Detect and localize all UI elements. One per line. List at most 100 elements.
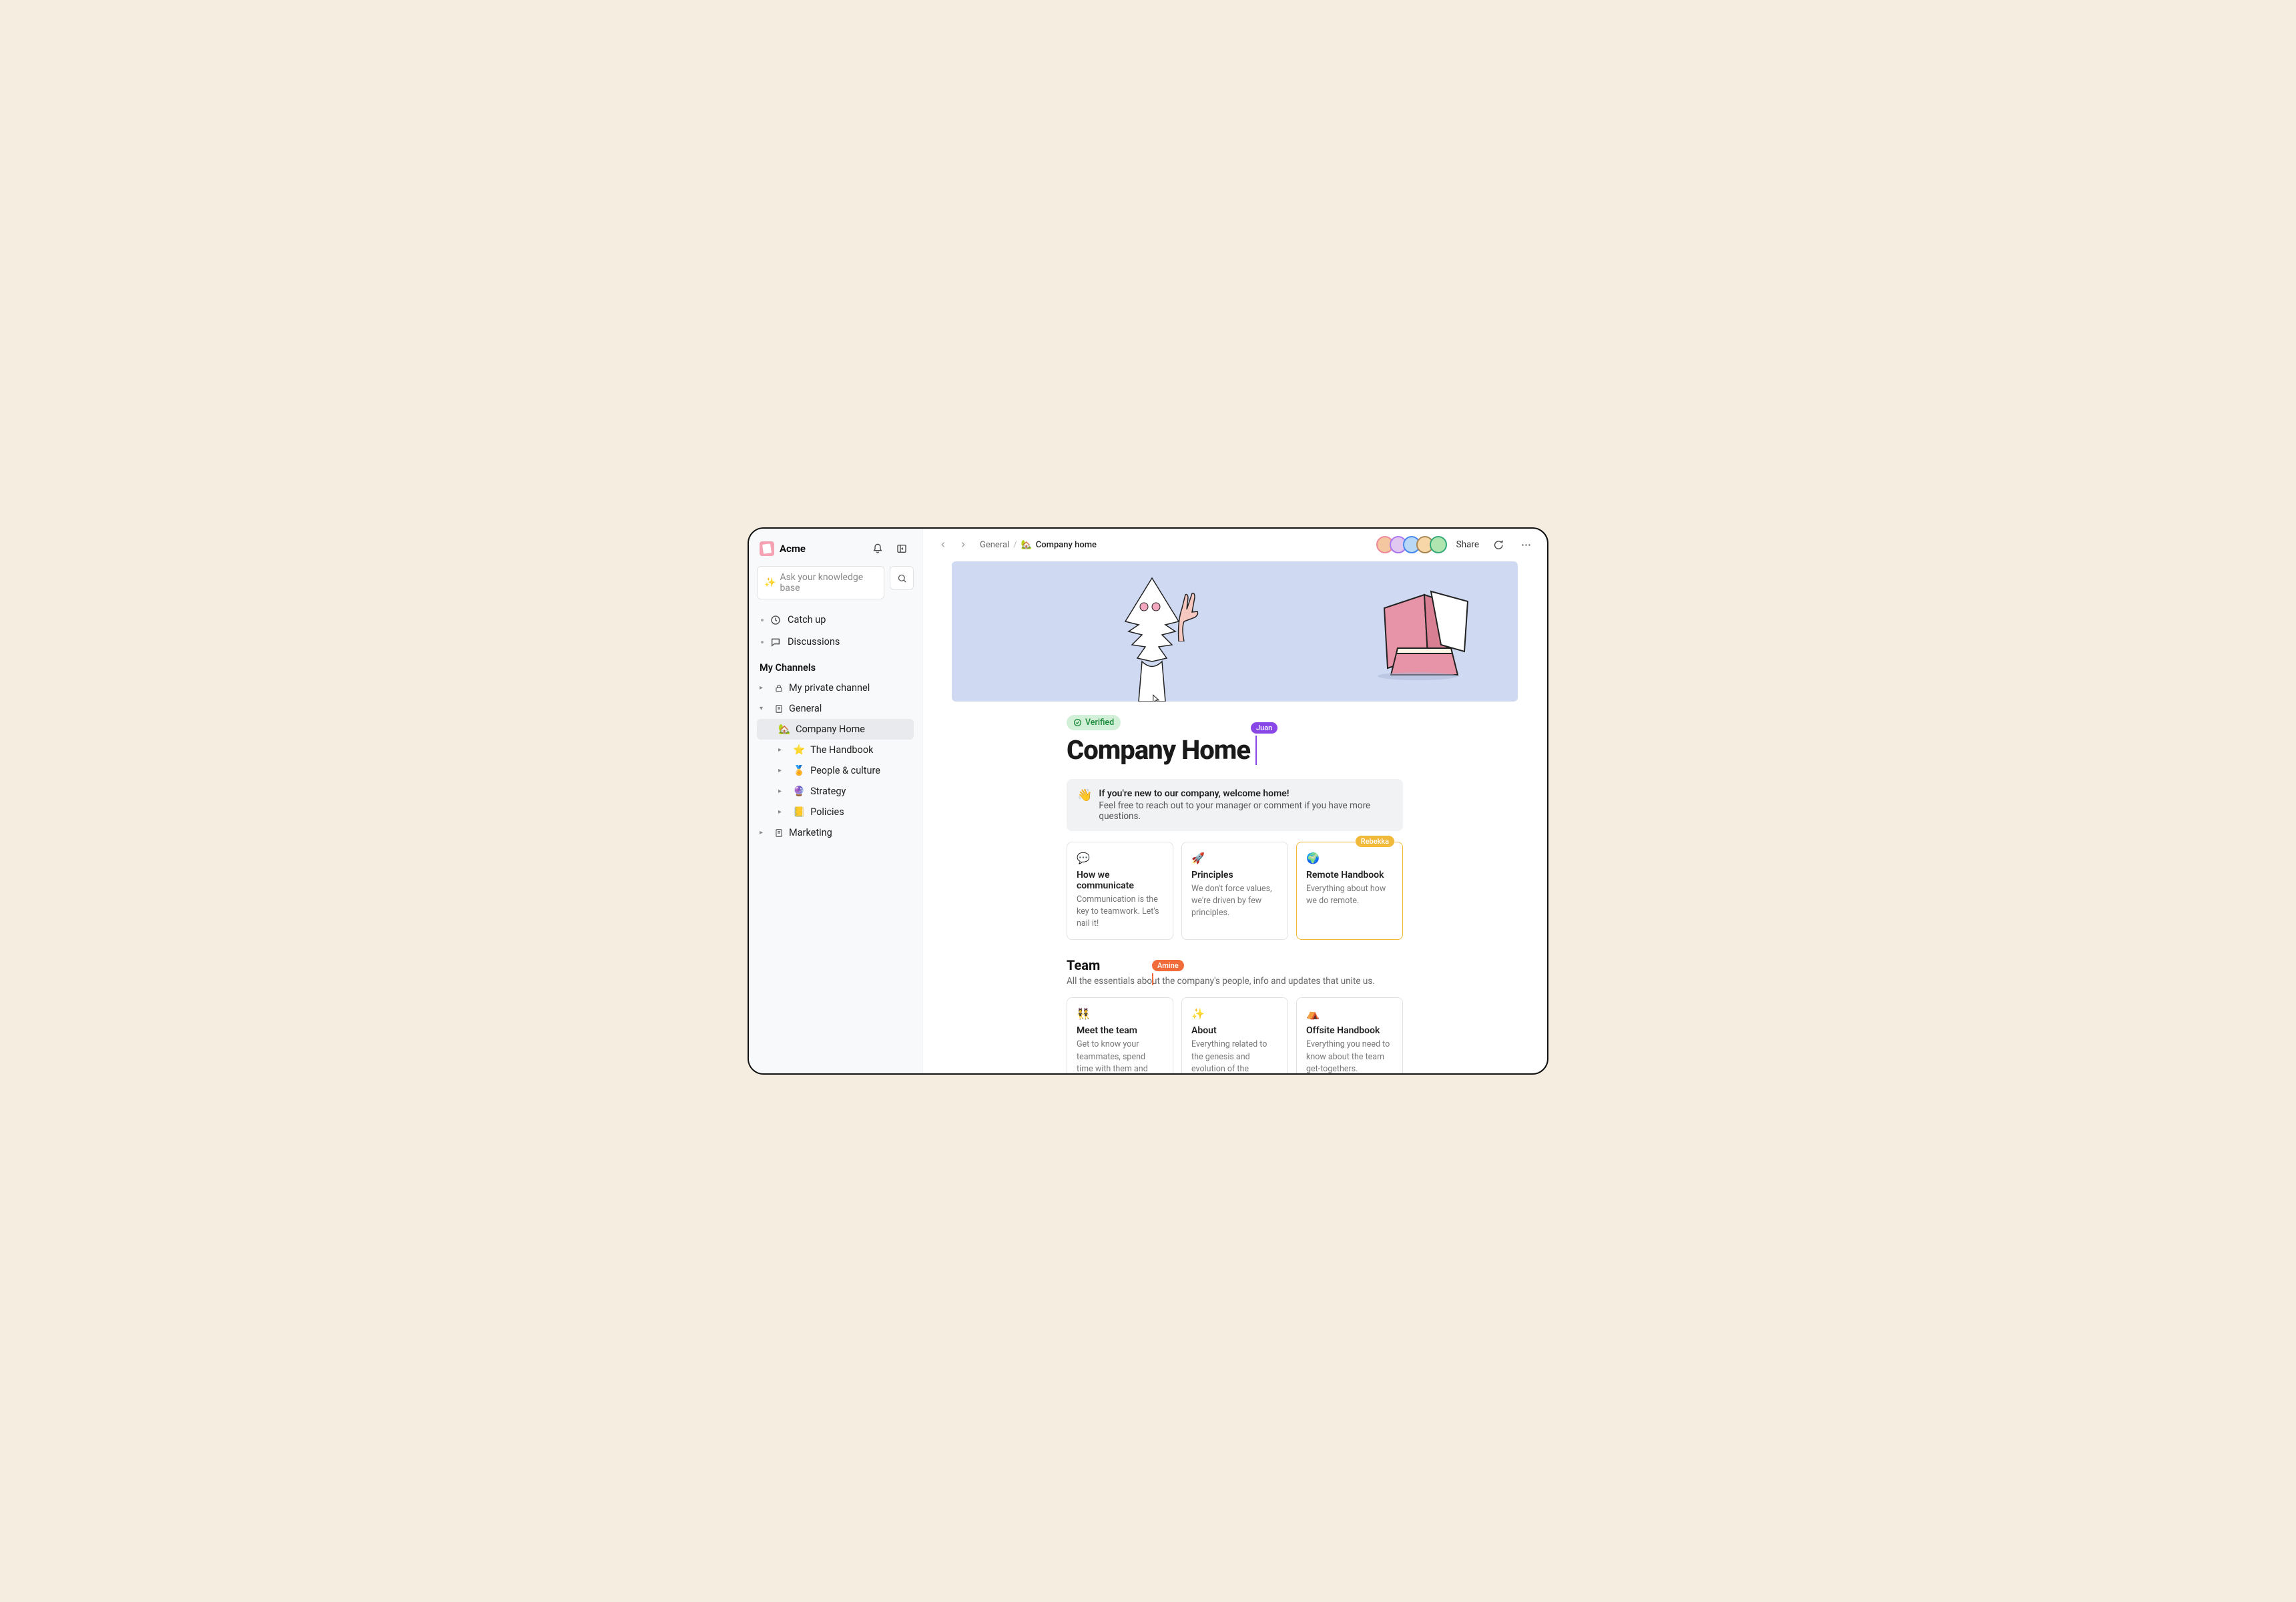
channel-general[interactable]: ▾ General <box>757 698 914 719</box>
more-icon[interactable] <box>1516 535 1535 554</box>
card-desc: Everything related to the genesis and ev… <box>1191 1039 1278 1073</box>
clock-icon <box>770 615 781 625</box>
search-input[interactable]: ✨ Ask your knowledge base <box>757 566 884 599</box>
forward-button[interactable] <box>954 536 972 553</box>
presence-cursor <box>1255 736 1257 765</box>
card-principles[interactable]: 🚀 Principles We don't force values, we'r… <box>1181 842 1288 940</box>
section-sub-text: All the essentials about the company's p… <box>1067 976 1375 987</box>
page-policies[interactable]: ▸ 📒 Policies <box>757 802 914 822</box>
house-icon: 🏡 <box>1021 540 1032 550</box>
presence-avatars[interactable] <box>1380 536 1447 553</box>
illustration-books <box>1371 588 1478 682</box>
page-people[interactable]: ▸ 🏅 People & culture <box>757 760 914 781</box>
card-grid-top: 💬 How we communicate Communication is th… <box>1067 842 1403 940</box>
card-title: Principles <box>1191 870 1278 880</box>
avatar <box>1430 536 1447 553</box>
people-icon: 👯 <box>1077 1007 1163 1020</box>
search-row: ✨ Ask your knowledge base <box>757 566 914 599</box>
breadcrumb: General / 🏡 Company home <box>980 540 1097 550</box>
page-company-home[interactable]: 🏡 Company Home <box>757 719 914 740</box>
card-offsite[interactable]: ⛺ Offsite Handbook Everything you need t… <box>1296 997 1403 1073</box>
card-title: Meet the team <box>1077 1025 1163 1036</box>
channel-private[interactable]: ▸ My private channel <box>757 678 914 698</box>
back-button[interactable] <box>934 536 952 553</box>
card-title: Offsite Handbook <box>1306 1025 1393 1036</box>
book-icon: 📒 <box>793 806 805 818</box>
speech-icon: 💬 <box>1077 852 1163 864</box>
card-how-we-communicate[interactable]: 💬 How we communicate Communication is th… <box>1067 842 1173 940</box>
page-handbook[interactable]: ▸ ⭐ The Handbook <box>757 740 914 760</box>
caret-icon: ▸ <box>760 684 769 692</box>
notifications-icon[interactable] <box>868 539 887 558</box>
sidebar: Acme ✨ Ask your knowledge base Catch up <box>749 529 922 1073</box>
breadcrumb-root[interactable]: General <box>980 540 1009 550</box>
card-desc: Everything about how we do remote. <box>1306 883 1393 907</box>
page-body: Verified Company Home Juan 👋 If you're n… <box>1048 715 1422 1073</box>
collapse-sidebar-icon[interactable] <box>892 539 911 558</box>
workspace-logo <box>760 541 774 556</box>
search-placeholder: Ask your knowledge base <box>780 572 877 593</box>
caret-down-icon: ▾ <box>760 705 769 712</box>
card-title: How we communicate <box>1077 870 1163 891</box>
cover-image[interactable] <box>952 561 1518 702</box>
card-meet-team[interactable]: 👯 Meet the team Get to know your teammat… <box>1067 997 1173 1073</box>
channel-label: My private channel <box>789 682 870 694</box>
verified-label: Verified <box>1085 718 1114 728</box>
breadcrumb-current: Company home <box>1036 540 1097 550</box>
page-label: Strategy <box>810 786 846 797</box>
presence-tag-rebekka: Rebekka <box>1356 836 1394 847</box>
channel-marketing[interactable]: ▸ Marketing <box>757 822 914 843</box>
callout-text: If you're new to our company, welcome ho… <box>1099 788 1392 822</box>
nav-label: Discussions <box>788 636 840 647</box>
channels-header: My Channels <box>757 653 914 678</box>
illustration-hand <box>1172 588 1205 641</box>
card-about[interactable]: ✨ About Everything related to the genesi… <box>1181 997 1288 1073</box>
caret-icon: ▸ <box>778 767 788 774</box>
card-desc: Get to know your teammates, spend time w… <box>1077 1039 1163 1073</box>
search-button[interactable] <box>890 566 914 590</box>
card-desc: Everything you need to know about the te… <box>1306 1039 1393 1073</box>
page-icon <box>774 828 784 838</box>
page-icon <box>774 704 784 714</box>
channel-label: General <box>789 703 822 714</box>
verified-badge[interactable]: Verified <box>1067 715 1121 730</box>
star-icon: ⭐ <box>793 744 805 756</box>
title-row: Company Home Juan <box>1067 734 1403 766</box>
card-grid-team: 👯 Meet the team Get to know your teammat… <box>1067 997 1403 1073</box>
cursor-icon <box>1149 694 1161 702</box>
share-button[interactable]: Share <box>1456 539 1479 550</box>
card-desc: We don't force values, we're driven by f… <box>1191 883 1278 919</box>
page-label: Policies <box>810 806 844 818</box>
page-strategy[interactable]: ▸ 🔮 Strategy <box>757 781 914 802</box>
topbar: General / 🏡 Company home Share <box>922 529 1547 561</box>
topbar-right: Share <box>1380 535 1535 554</box>
sparkle-icon: ✨ <box>764 577 776 588</box>
page-title[interactable]: Company Home <box>1067 734 1403 766</box>
presence-cursor <box>1152 973 1153 985</box>
nav-catch-up[interactable]: Catch up <box>757 609 914 631</box>
sidebar-header: Acme <box>757 537 914 566</box>
card-title: Remote Handbook <box>1306 870 1393 880</box>
house-icon: 🏡 <box>778 724 790 735</box>
app-window: Acme ✨ Ask your knowledge base Catch up <box>748 527 1548 1075</box>
section-heading-team[interactable]: Team <box>1067 957 1403 973</box>
lock-icon <box>774 684 784 693</box>
caret-icon: ▸ <box>778 746 788 754</box>
callout-bold: If you're new to our company, welcome ho… <box>1099 788 1392 799</box>
chat-icon <box>770 637 781 647</box>
nav-label: Catch up <box>788 614 826 625</box>
nav-discussions[interactable]: Discussions <box>757 631 914 653</box>
tent-icon: ⛺ <box>1306 1007 1393 1020</box>
callout-sub: Feel free to reach out to your manager o… <box>1099 800 1392 822</box>
main: General / 🏡 Company home Share <box>922 529 1547 1073</box>
nav-arrows <box>934 536 972 553</box>
callout-block[interactable]: 👋 If you're new to our company, welcome … <box>1067 779 1403 831</box>
card-title: About <box>1191 1025 1278 1036</box>
presence-tag-juan: Juan <box>1251 722 1277 734</box>
workspace-name[interactable]: Acme <box>780 543 863 555</box>
page-label: Company Home <box>796 724 865 735</box>
card-remote-handbook[interactable]: Rebekka 🌍 Remote Handbook Everything abo… <box>1296 842 1403 940</box>
globe-icon: 🌍 <box>1306 852 1393 864</box>
comments-icon[interactable] <box>1488 535 1507 554</box>
rocket-icon: 🚀 <box>1191 852 1278 864</box>
